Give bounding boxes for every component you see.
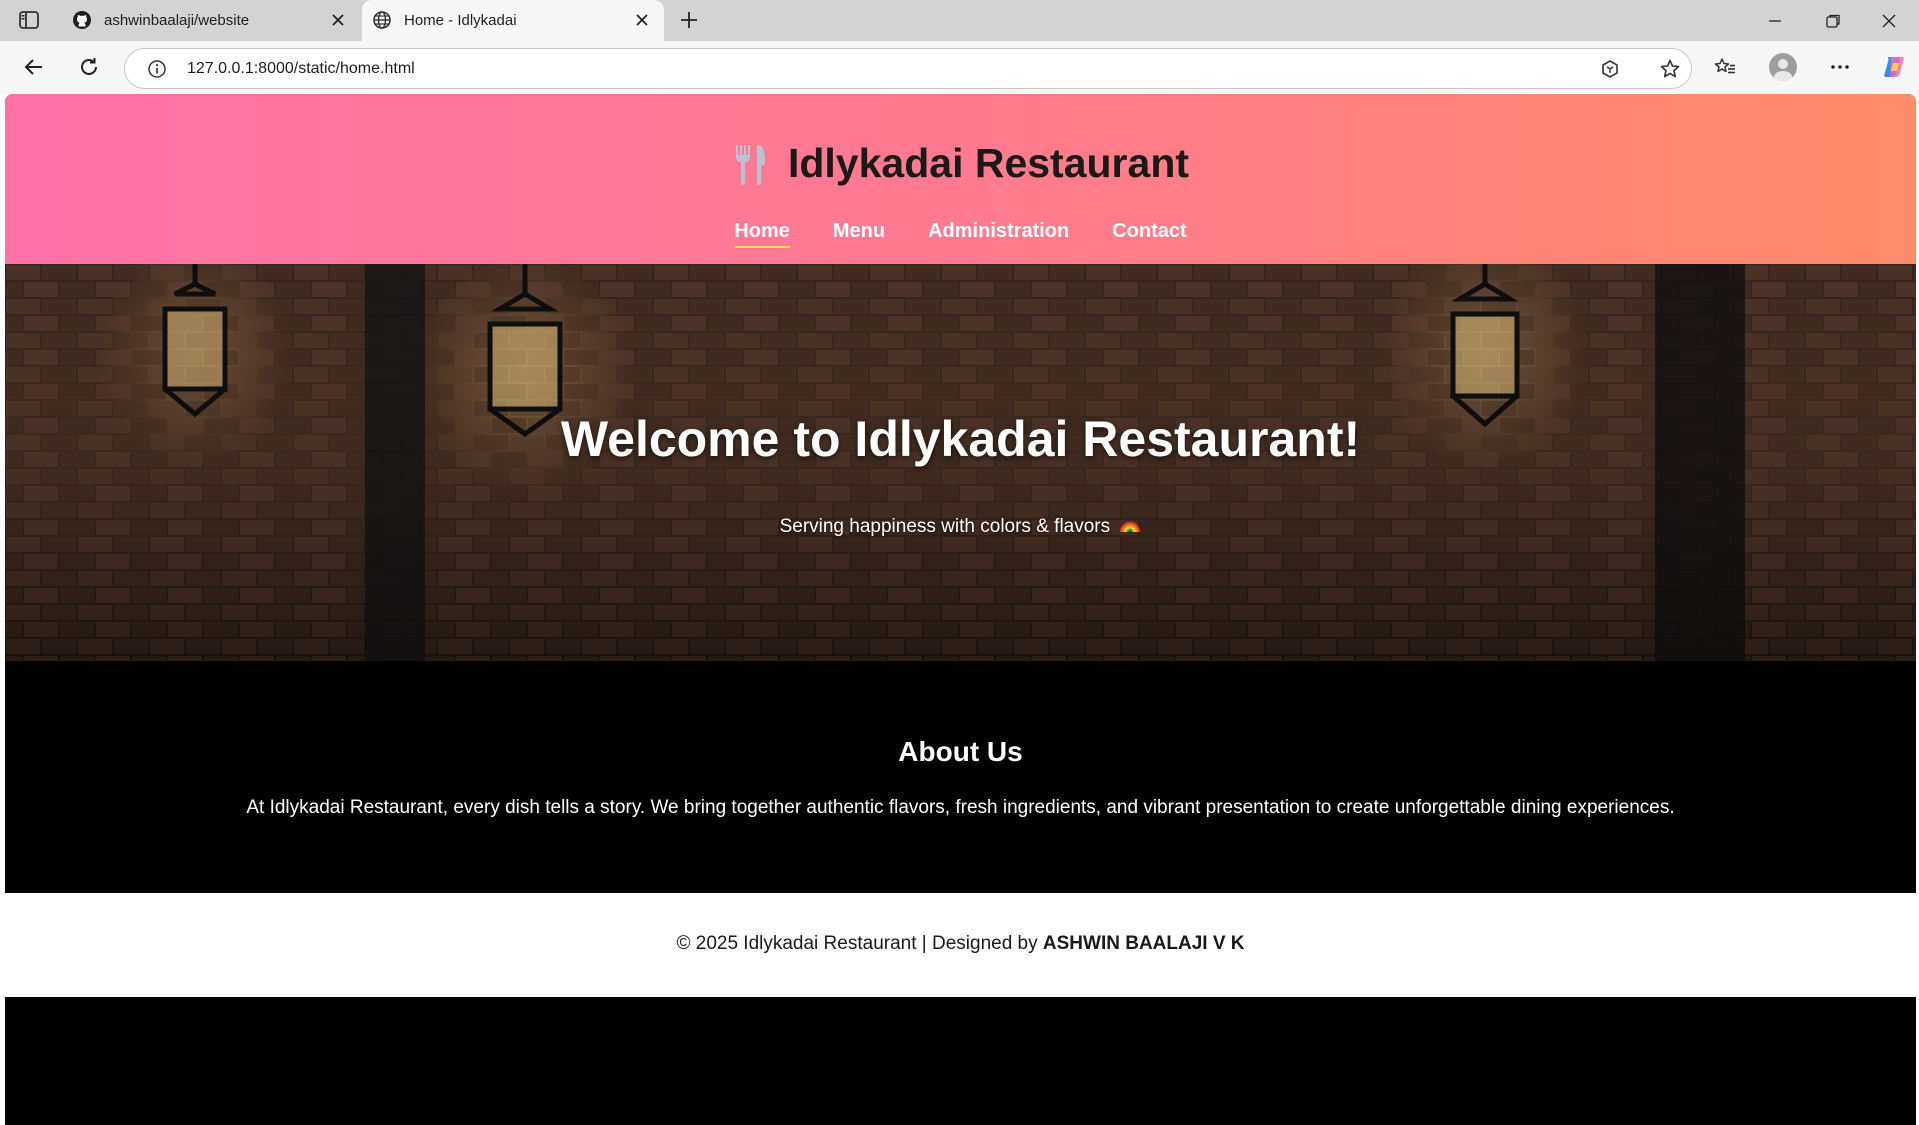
restore-icon[interactable] [1824, 12, 1842, 30]
url-text: 127.0.0.1:8000/static/home.html [187, 60, 415, 77]
sidebar-toggle-icon[interactable] [18, 10, 40, 30]
tab-title: ashwinbaalaji/website [104, 12, 250, 29]
fork-knife-icon [732, 143, 768, 185]
browser-tab-bar: ashwinbaalaji/website Home - Idlykadai [0, 0, 1919, 41]
reload-icon[interactable] [77, 55, 101, 79]
minimize-icon[interactable] [1766, 12, 1784, 30]
back-arrow-icon[interactable] [22, 55, 46, 79]
browser-toolbar: 127.0.0.1:8000/static/home.html [0, 41, 1919, 94]
copilot-icon[interactable] [1880, 53, 1908, 81]
read-aloud-icon[interactable] [1598, 57, 1622, 81]
browser-tab-github[interactable]: ashwinbaalaji/website [64, 0, 360, 41]
footer-prefix: © 2025 Idlykadai Restaurant | Designed b… [676, 933, 1043, 954]
nav-contact[interactable]: Contact [1112, 220, 1186, 248]
page-bottom-area [5, 997, 1916, 1125]
rainbow-icon [1119, 517, 1141, 533]
profile-avatar-icon[interactable] [1769, 53, 1797, 81]
site-header: Idlykadai Restaurant Home Menu Administr… [5, 94, 1916, 264]
github-icon [72, 10, 92, 30]
hero-subtitle: Serving happiness with colors & flavors [5, 516, 1916, 538]
close-window-icon[interactable] [1880, 12, 1898, 30]
footer-designer: ASHWIN BAALAJI V K [1042, 933, 1245, 954]
address-bar[interactable]: 127.0.0.1:8000/static/home.html [124, 48, 1692, 89]
nav-administration[interactable]: Administration [928, 220, 1069, 248]
favorite-star-icon[interactable] [1658, 57, 1682, 81]
hero-banner: Welcome to Idlykadai Restaurant! Serving… [5, 264, 1916, 661]
page-viewport: Idlykadai Restaurant Home Menu Administr… [5, 94, 1916, 1125]
close-tab-icon[interactable] [330, 12, 346, 28]
main-nav: Home Menu Administration Contact [5, 220, 1916, 248]
favorites-icon[interactable] [1713, 55, 1737, 79]
site-info-icon[interactable] [147, 59, 167, 79]
about-text: At Idlykadai Restaurant, every dish tell… [246, 797, 1675, 818]
new-tab-icon[interactable] [678, 9, 700, 31]
more-options-icon[interactable] [1828, 55, 1852, 79]
nav-home[interactable]: Home [734, 220, 790, 248]
site-footer: © 2025 Idlykadai Restaurant | Designed b… [5, 893, 1916, 997]
brand: Idlykadai Restaurant [5, 140, 1916, 187]
nav-menu[interactable]: Menu [833, 220, 885, 248]
browser-tab-home[interactable]: Home - Idlykadai [362, 0, 664, 41]
about-heading: About Us [898, 736, 1023, 767]
about-section: About Us At Idlykadai Restaurant, every … [5, 661, 1916, 893]
brand-name: Idlykadai Restaurant [787, 140, 1190, 186]
globe-icon [372, 10, 392, 30]
hero-title: Welcome to Idlykadai Restaurant! [560, 411, 1361, 467]
close-tab-icon[interactable] [634, 12, 650, 28]
footer-copyright: © 2025 Idlykadai Restaurant | Designed b… [5, 933, 1916, 955]
hero-subtitle-text: Serving happiness with colors & flavors [779, 516, 1111, 537]
tab-title: Home - Idlykadai [404, 12, 517, 29]
